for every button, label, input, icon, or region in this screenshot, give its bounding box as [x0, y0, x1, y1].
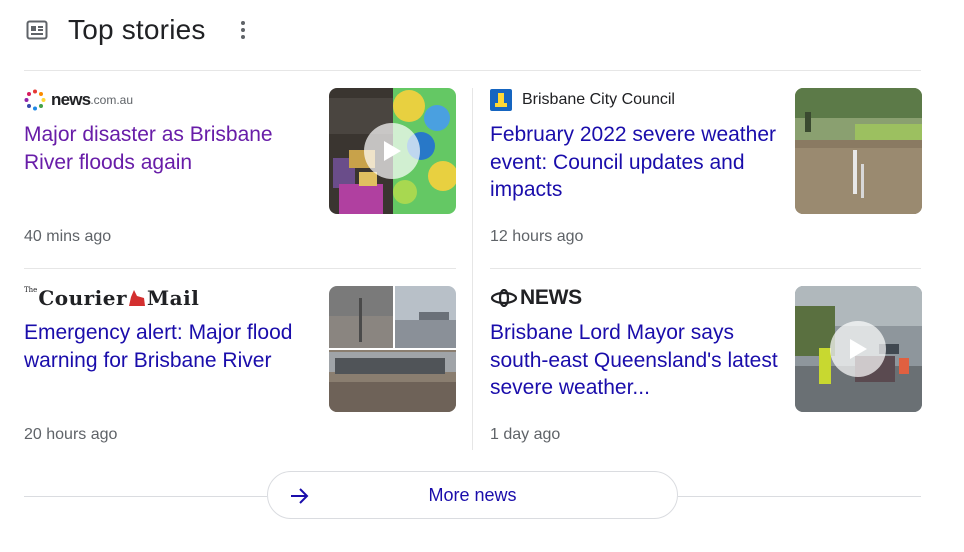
- section-title: Top stories: [68, 14, 206, 45]
- more-vert-icon[interactable]: [234, 17, 252, 43]
- story-thumbnail[interactable]: [795, 286, 922, 412]
- play-icon[interactable]: [830, 321, 886, 377]
- play-icon[interactable]: [364, 123, 420, 179]
- queensland-map-icon: [129, 290, 146, 306]
- story-thumbnail[interactable]: [329, 88, 456, 214]
- story-time: 12 hours ago: [490, 228, 584, 245]
- story-headline[interactable]: Emergency alert: Major flood warning for…: [24, 319, 316, 374]
- story-card[interactable]: Brisbane City Council February 2022 seve…: [490, 88, 922, 258]
- story-headline[interactable]: February 2022 severe weather event: Coun…: [490, 121, 782, 204]
- abc-lissajous-icon: [490, 289, 518, 307]
- top-stories-header: Top stories: [24, 12, 252, 48]
- source-abc-news: NEWS: [490, 286, 582, 310]
- story-time: 40 mins ago: [24, 228, 112, 245]
- more-news-label: More news: [428, 484, 517, 505]
- story-headline[interactable]: Major disaster as Brisbane River floods …: [24, 121, 316, 176]
- newspaper-icon: [24, 17, 50, 43]
- story-headline[interactable]: Brisbane Lord Mayor says south-east Quee…: [490, 319, 782, 402]
- column-divider: [472, 88, 473, 450]
- more-divider-left: [24, 496, 267, 497]
- more-news-button[interactable]: More news: [267, 471, 678, 519]
- brisbane-city-council-logo-icon: [490, 89, 512, 111]
- row-divider-left: [24, 268, 456, 269]
- source-name: NEWS: [520, 286, 582, 309]
- arrow-right-icon: [291, 488, 309, 504]
- story-card[interactable]: NEWS Brisbane Lord Mayor says south-east…: [490, 286, 922, 456]
- source-name: Brisbane City Council: [522, 91, 675, 108]
- source-brisbane-city-council: Brisbane City Council: [490, 88, 675, 112]
- source-news-com-au: news .com.au: [24, 88, 133, 112]
- row-divider-right: [490, 268, 921, 269]
- source-name-prefix: The: [24, 286, 38, 294]
- story-card[interactable]: news .com.au Major disaster as Brisbane …: [24, 88, 456, 258]
- source-courier-mail: The Courier Mail: [24, 286, 199, 310]
- story-thumbnail[interactable]: [329, 286, 456, 412]
- story-card[interactable]: The Courier Mail Emergency alert: Major …: [24, 286, 456, 456]
- source-name: news: [51, 90, 91, 109]
- header-divider: [24, 70, 921, 71]
- more-divider-right: [678, 496, 921, 497]
- source-name-part2: Mail: [147, 286, 200, 310]
- news-com-au-logo-icon: [24, 89, 46, 111]
- story-time: 1 day ago: [490, 426, 561, 443]
- source-tld: .com.au: [90, 93, 134, 107]
- source-name-part1: Courier: [38, 286, 128, 310]
- story-thumbnail[interactable]: [795, 88, 922, 214]
- story-time: 20 hours ago: [24, 426, 118, 443]
